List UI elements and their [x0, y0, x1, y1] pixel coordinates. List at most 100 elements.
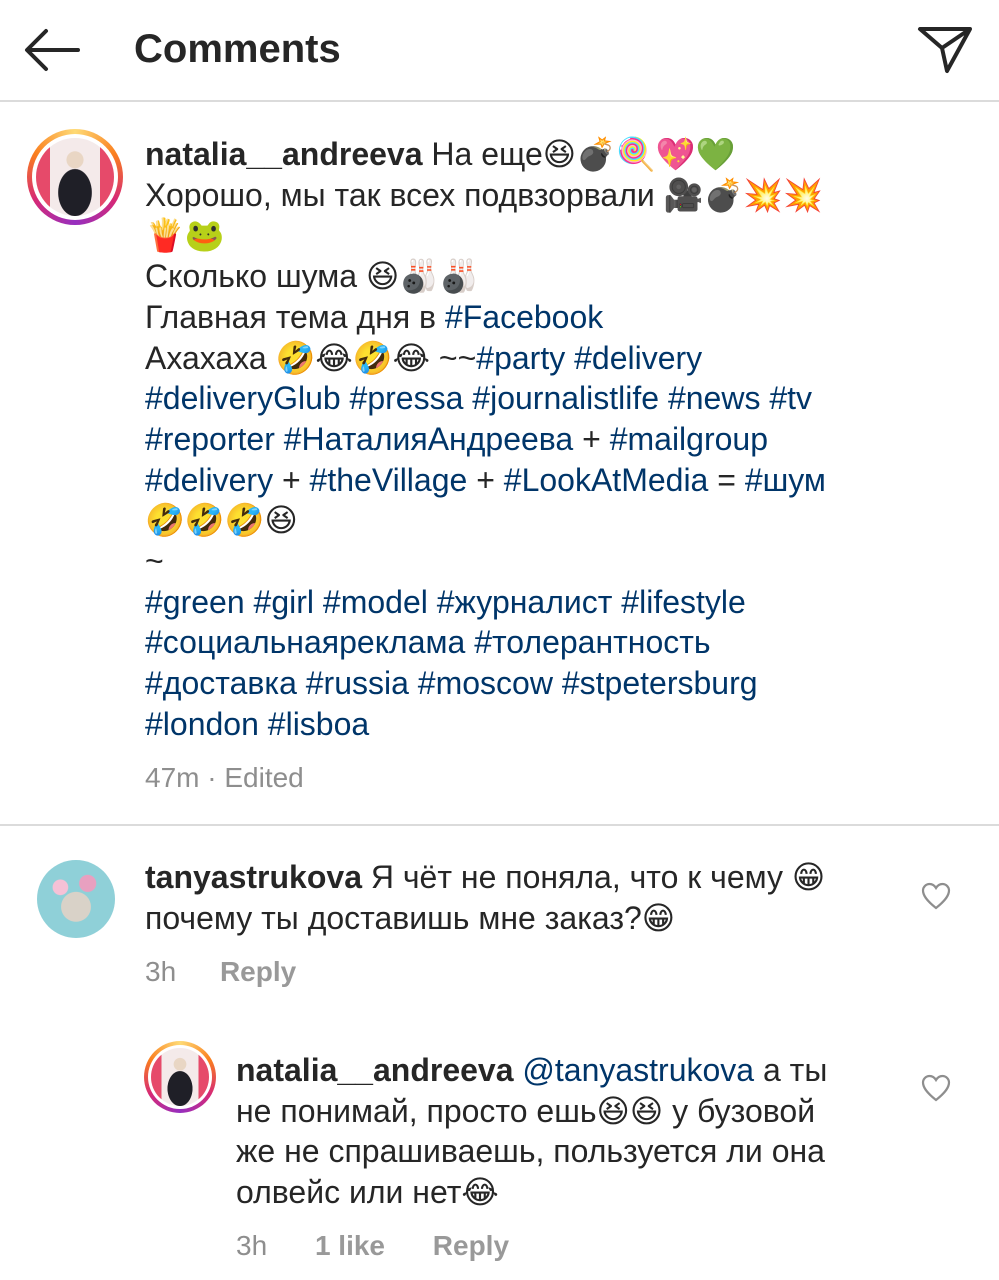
- hashtag-link[interactable]: #журналист: [437, 584, 613, 620]
- hashtag-link[interactable]: #delivery: [574, 340, 702, 376]
- text-segment: Хорошо, мы так всех подвзорвали 🎥💣💥💥: [145, 176, 824, 213]
- hashtag-link[interactable]: #доставка: [145, 665, 297, 701]
- text-line: natalia__andreeva @tanyastrukova а ты: [236, 1050, 916, 1091]
- text-line: #green #girl #model #журналист #lifestyl…: [145, 582, 965, 623]
- text-line: natalia__andreeva На еще😆💣🍭💖💚: [145, 134, 965, 175]
- likes-count[interactable]: 1 like: [315, 1230, 385, 1261]
- text-segment: [612, 584, 621, 620]
- comment-meta: 3h Reply: [145, 955, 296, 989]
- text-segment: [428, 584, 437, 620]
- hashtag-link[interactable]: #green: [145, 584, 245, 620]
- text-segment: [760, 380, 769, 416]
- hashtag-link[interactable]: #party: [476, 340, 565, 376]
- text-segment: +: [273, 461, 310, 498]
- text-line: #delivery + #theVillage + #LookAtMedia =…: [145, 460, 965, 501]
- text-segment: [245, 584, 254, 620]
- hashtag-link[interactable]: #tv: [769, 380, 812, 416]
- text-line: почему ты доставишь мне заказ?😁: [145, 898, 905, 939]
- hashtag-link[interactable]: #stpetersburg: [562, 665, 758, 701]
- text-segment: Главная тема дня в: [145, 298, 445, 335]
- text-segment: [314, 584, 323, 620]
- caption-meta: 47m · Edited: [145, 761, 304, 795]
- text-segment: [553, 665, 562, 701]
- text-segment: [465, 624, 474, 660]
- hashtag-link[interactable]: #шум: [745, 462, 826, 498]
- top-bar: Comments: [0, 0, 999, 102]
- text-line: #deliveryGlub #pressa #journalistlife #n…: [145, 378, 965, 419]
- text-segment: На еще😆💣🍭💖💚: [431, 136, 736, 172]
- reply-meta: 3h 1 like Reply: [236, 1229, 509, 1263]
- text-line: #доставка #russia #moscow #stpetersburg: [145, 663, 965, 704]
- caption-text: natalia__andreeva На еще😆💣🍭💖💚 Хорошо, мы …: [145, 134, 965, 745]
- hashtag-link[interactable]: #theVillage: [310, 462, 468, 498]
- username-link[interactable]: natalia__andreeva: [236, 1052, 514, 1088]
- hashtag-link[interactable]: #НаталияАндреева: [284, 421, 573, 457]
- text-segment: [275, 421, 284, 457]
- hashtag-link[interactable]: #lisboa: [268, 706, 369, 742]
- arrow-left-icon[interactable]: [22, 26, 82, 74]
- text-segment: Я чёт не поняла, что к чему 😁: [370, 859, 826, 895]
- text-segment: 🍟🐸: [145, 217, 225, 254]
- hashtag-link[interactable]: #journalistlife: [472, 380, 659, 416]
- username-link[interactable]: tanyastrukova: [145, 859, 362, 895]
- text-line: же не спрашиваешь, пользуется ли она: [236, 1131, 916, 1172]
- text-line: 🤣🤣🤣😆: [145, 500, 965, 541]
- hashtag-link[interactable]: #delivery: [145, 462, 273, 498]
- page-title: Comments: [134, 27, 341, 71]
- hashtag-link[interactable]: #london: [145, 706, 259, 742]
- hashtag-link[interactable]: #lifestyle: [621, 584, 746, 620]
- hashtag-link[interactable]: #Facebook: [445, 299, 603, 335]
- text-segment: а ты: [754, 1052, 828, 1088]
- heart-outline-icon[interactable]: [921, 882, 951, 910]
- text-line: 🍟🐸: [145, 215, 965, 256]
- edited-label: Edited: [224, 762, 304, 793]
- direct-send-icon[interactable]: [916, 24, 974, 76]
- text-line: Хорошо, мы так всех подвзорвали 🎥💣💥💥: [145, 175, 965, 216]
- text-segment: 🤣🤣🤣😆: [145, 502, 298, 539]
- text-line: Ахахаха 🤣😂🤣😂 ~~#party #delivery: [145, 338, 965, 379]
- text-segment: [409, 665, 418, 701]
- hashtag-link[interactable]: #LookAtMedia: [504, 462, 709, 498]
- hashtag-link[interactable]: #mailgroup: [610, 421, 768, 457]
- text-segment: =: [708, 461, 745, 498]
- username-link[interactable]: natalia__andreeva: [145, 136, 423, 172]
- reply-text: natalia__andreeva @tanyastrukova а ты не …: [236, 1050, 916, 1213]
- text-line: tanyastrukova Я чёт не поняла, что к чем…: [145, 857, 905, 898]
- reply-button[interactable]: Reply: [220, 956, 296, 987]
- hashtag-link[interactable]: #girl: [254, 584, 314, 620]
- text-segment: Ахахаха 🤣😂🤣😂 ~~: [145, 339, 477, 376]
- comment-text: tanyastrukova Я чёт не поняла, что к чем…: [145, 857, 905, 938]
- text-segment: ~: [145, 543, 164, 580]
- text-line: Сколько шума 😆🎳🎳: [145, 256, 965, 297]
- text-line: олвейс или нет😂: [236, 1172, 916, 1213]
- hashtag-link[interactable]: #deliveryGlub: [145, 380, 341, 416]
- text-segment: почему ты доставишь мне заказ?😁: [145, 899, 676, 936]
- meta-separator: ·: [207, 762, 217, 793]
- divider: [0, 824, 999, 826]
- text-segment: +: [467, 461, 504, 498]
- hashtag-link[interactable]: #moscow: [418, 665, 553, 701]
- hashtag-link[interactable]: #news: [668, 380, 761, 416]
- hashtag-link[interactable]: #социальнаяреклама: [145, 624, 465, 660]
- timestamp: 47m: [145, 762, 200, 793]
- hashtag-link[interactable]: #model: [323, 584, 428, 620]
- hashtag-link[interactable]: #толерантность: [474, 624, 710, 660]
- text-segment: [463, 380, 472, 416]
- reply-button[interactable]: Reply: [433, 1230, 509, 1261]
- avatar[interactable]: [27, 129, 123, 225]
- text-segment: же не спрашиваешь, пользуется ли она: [236, 1133, 825, 1170]
- text-segment: не понимай, просто ешь😆😆 у бузовой: [236, 1092, 816, 1129]
- mention-link[interactable]: @tanyastrukova: [522, 1052, 754, 1088]
- avatar[interactable]: [37, 860, 115, 938]
- timestamp: 3h: [145, 956, 177, 987]
- text-segment: [659, 380, 668, 416]
- hashtag-link[interactable]: #russia: [306, 665, 409, 701]
- text-segment: +: [573, 420, 610, 457]
- hashtag-link[interactable]: #pressa: [350, 380, 464, 416]
- text-line: #london #lisboa: [145, 704, 965, 745]
- hashtag-link[interactable]: #reporter: [145, 421, 275, 457]
- text-segment: [341, 380, 350, 416]
- text-line: #reporter #НаталияАндреева + #mailgroup: [145, 419, 965, 460]
- avatar[interactable]: [144, 1041, 216, 1113]
- heart-outline-icon[interactable]: [921, 1074, 951, 1102]
